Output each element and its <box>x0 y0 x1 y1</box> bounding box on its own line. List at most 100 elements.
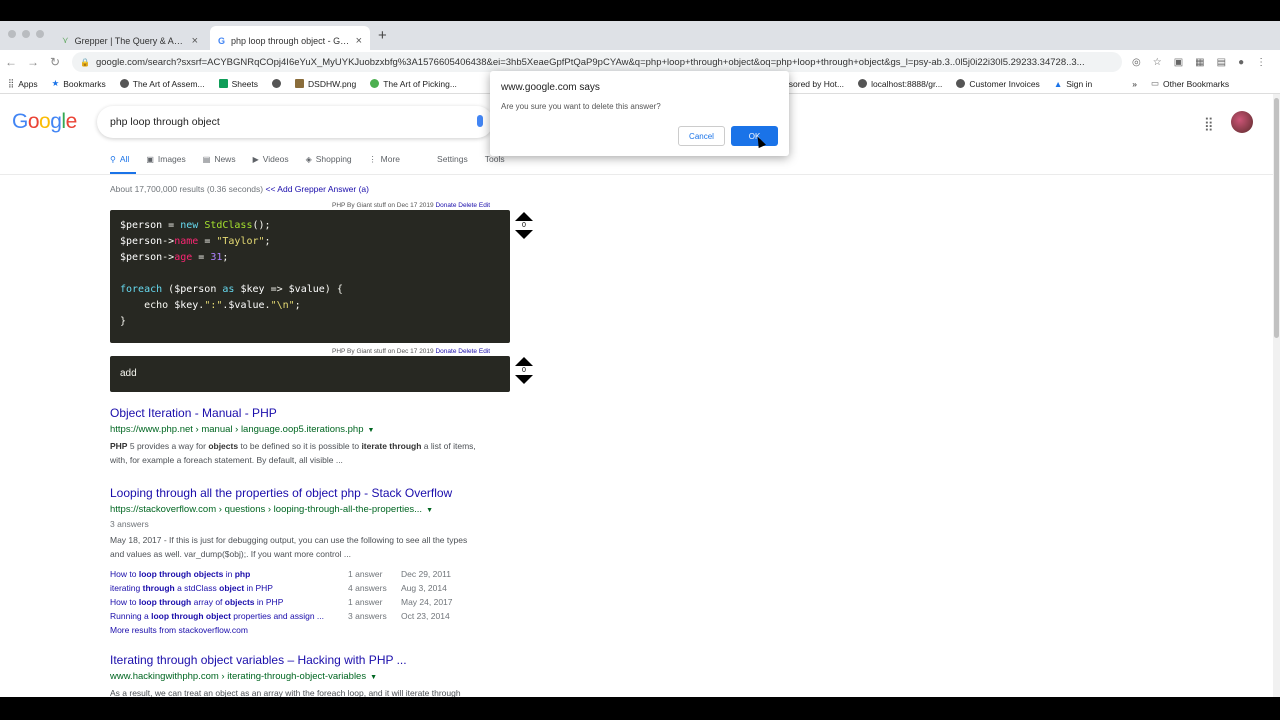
caret-down-icon[interactable]: ▼ <box>368 427 375 434</box>
tab-videos[interactable]: ▶ Videos <box>253 154 289 164</box>
caret-down-icon[interactable]: ▼ <box>370 674 377 681</box>
bookmark-art-of-assembly[interactable]: The Art of Assem... <box>119 78 205 89</box>
bookmark-dsdhw[interactable]: DSDHW.png <box>295 79 356 89</box>
cancel-button[interactable]: Cancel <box>678 126 725 146</box>
tab-close-icon[interactable]: × <box>192 35 198 47</box>
tab-shopping[interactable]: ◈ Shopping <box>306 154 352 164</box>
ok-button[interactable]: OK <box>731 126 778 146</box>
sitelink-title[interactable]: Running a loop through object properties… <box>110 609 348 623</box>
edit-link[interactable]: Edit <box>479 348 490 355</box>
bookmarks-overflow[interactable]: » <box>1132 79 1137 89</box>
snippet-text: to be defined so it is possible to <box>240 441 360 451</box>
globe-icon <box>370 79 380 88</box>
result-url[interactable]: https://stackoverflow.com › questions › … <box>110 504 610 515</box>
sitelink-row[interactable]: Running a loop through object properties… <box>110 609 610 623</box>
bookmark-label: The Art of Assem... <box>132 78 205 89</box>
scrollbar[interactable] <box>1273 94 1280 697</box>
sitelink-title[interactable]: iterating through a stdClass object in P… <box>110 581 348 595</box>
tab-all[interactable]: ⚲ All <box>110 154 129 164</box>
sitelink-row[interactable]: How to loop through objects in php 1 ans… <box>110 567 610 581</box>
code-block[interactable]: $person = new StdClass(); $person->name … <box>110 210 510 343</box>
result-snippet: PHP 5 provides a way for objects to be d… <box>110 441 476 465</box>
page-content: Google php loop through object ⣿ ⚲ All ▣ I… <box>0 94 1273 697</box>
back-icon[interactable]: ← <box>0 55 22 69</box>
upvote-icon[interactable] <box>515 212 533 221</box>
google-favicon-icon: G <box>218 35 226 46</box>
star-bookmark-icon[interactable]: ☆ <box>1153 57 1162 68</box>
maximize-window-icon[interactable] <box>36 30 44 38</box>
other-bookmarks[interactable]: ▭ Other Bookmarks <box>1151 78 1229 89</box>
more-results-link[interactable]: More results from stackoverflow.com <box>110 623 610 637</box>
location-icon[interactable]: ◎ <box>1132 57 1141 68</box>
lock-icon: 🔒 <box>80 57 90 67</box>
extension-icon[interactable]: ▤ <box>1217 57 1226 68</box>
result-url[interactable]: www.hackingwithphp.com › iterating-throu… <box>110 671 610 682</box>
search-input[interactable]: php loop through object <box>97 106 493 138</box>
minimize-window-icon[interactable] <box>22 30 30 38</box>
answer-meta: PHP By Giant stuff on Dec 17 2019 Donate… <box>332 348 490 355</box>
settings-link[interactable]: Settings <box>437 154 468 164</box>
answer-meta-text: PHP By Giant stuff on Dec 17 2019 <box>332 348 434 355</box>
microphone-icon[interactable] <box>477 115 483 127</box>
menu-kebab-icon[interactable]: ⋮ <box>1256 57 1266 68</box>
result-url[interactable]: https://www.php.net › manual › language.… <box>110 424 530 435</box>
forward-icon[interactable]: → <box>22 55 44 69</box>
sitelink-row[interactable]: iterating through a stdClass object in P… <box>110 581 610 595</box>
scrollbar-thumb[interactable] <box>1274 98 1279 338</box>
extension-icon[interactable]: ▦ <box>1195 57 1204 68</box>
code-text: add <box>120 368 137 379</box>
downvote-icon[interactable] <box>515 375 533 384</box>
new-tab-button[interactable]: + <box>378 27 387 44</box>
result-title-link[interactable]: Object Iteration - Manual - PHP <box>110 406 530 420</box>
bookmark-customer-invoices[interactable]: Customer Invoices <box>956 79 1040 89</box>
edit-link[interactable]: Edit <box>479 202 490 209</box>
window-controls[interactable] <box>8 30 44 38</box>
sitelink-date: Dec 29, 2011 <box>401 569 451 579</box>
google-apps-icon[interactable]: ⣿ <box>1204 116 1214 132</box>
bookmark-art-of-picking[interactable]: The Art of Picking... <box>370 79 457 89</box>
profile-icon[interactable]: ● <box>1238 57 1244 68</box>
tab-label: Videos <box>262 154 289 164</box>
sitelink-row[interactable]: How to loop through array of objects in … <box>110 595 610 609</box>
snippet-text: a list of items, <box>423 441 476 451</box>
upvote-icon[interactable] <box>515 357 533 366</box>
code-block[interactable]: add <box>110 356 510 392</box>
search-result: Iterating through object variables – Hac… <box>110 653 610 697</box>
screen-bottom-bar <box>0 697 1280 720</box>
tab-label: More <box>380 154 401 164</box>
tab-close-icon[interactable]: × <box>356 35 362 47</box>
globe-icon <box>858 79 868 88</box>
snippet-text: 5 provides a way for <box>129 441 206 451</box>
bookmark-sheets[interactable]: Sheets <box>218 79 258 89</box>
result-title-link[interactable]: Looping through all the properties of ob… <box>110 486 610 500</box>
donate-link[interactable]: Donate <box>435 348 456 355</box>
bookmark-sign-in[interactable]: ▲ Sign in <box>1054 79 1092 89</box>
sitelink-title[interactable]: How to loop through objects in php <box>110 567 348 581</box>
reload-icon[interactable]: ↻ <box>44 55 66 69</box>
bookmark-unnamed[interactable] <box>272 79 282 88</box>
downvote-icon[interactable] <box>515 230 533 239</box>
caret-down-icon[interactable]: ▼ <box>426 507 433 514</box>
snippet-text: May 18, 2017 - If this is just for debug… <box>110 535 468 545</box>
close-window-icon[interactable] <box>8 30 16 38</box>
url-text: google.com/search?sxsrf=ACYBGNRqCOpj4I6e… <box>95 56 1085 68</box>
add-grepper-answer-link[interactable]: << Add Grepper Answer (a) <box>265 184 368 194</box>
folder-icon: ▭ <box>1150 78 1159 88</box>
donate-link[interactable]: Donate <box>435 202 456 209</box>
bookmark-apps[interactable]: ⣿ Apps <box>8 78 38 89</box>
tab-more[interactable]: ⋮ More <box>369 154 400 164</box>
delete-link[interactable]: Delete <box>458 202 477 209</box>
bookmark-bookmarks[interactable]: ★ Bookmarks <box>52 78 106 89</box>
extension-icon[interactable]: ▣ <box>1174 57 1183 68</box>
google-logo[interactable]: Google <box>12 110 77 134</box>
delete-link[interactable]: Delete <box>458 348 477 355</box>
tab-images[interactable]: ▣ Images <box>146 154 185 164</box>
avatar[interactable] <box>1231 111 1253 133</box>
bookmark-localhost[interactable]: localhost:8888/gr... <box>858 79 942 89</box>
bookmark-label: Sign in <box>1066 78 1093 89</box>
address-bar[interactable]: 🔒 google.com/search?sxsrf=ACYBGNRqCOpj4I… <box>72 52 1122 72</box>
tab-news[interactable]: ▤ News <box>203 154 236 164</box>
sitelink-date: May 24, 2017 <box>401 597 453 607</box>
sitelink-title[interactable]: How to loop through array of objects in … <box>110 595 348 609</box>
result-title-link[interactable]: Iterating through object variables – Hac… <box>110 653 610 667</box>
